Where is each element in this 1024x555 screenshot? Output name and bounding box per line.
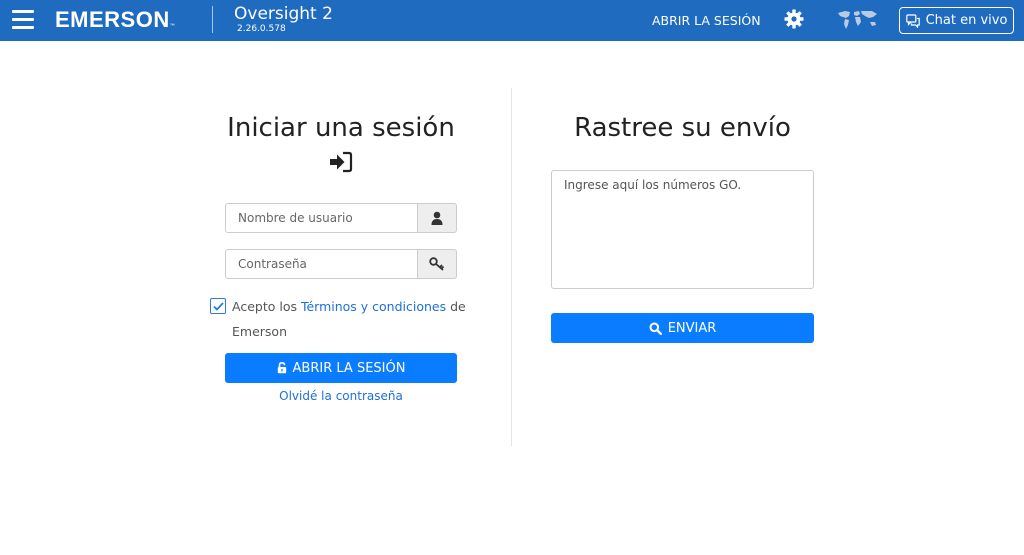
- password-input[interactable]: [225, 249, 417, 279]
- brand-trademark: ™: [169, 23, 176, 29]
- terms-link[interactable]: Términos y condiciones: [301, 299, 446, 314]
- app-version: 2.26.0.578: [237, 24, 286, 34]
- emerson-logo[interactable]: EMERSON™: [55, 7, 175, 33]
- send-button[interactable]: ENVIAR: [551, 313, 814, 343]
- checkmark-icon: [213, 302, 224, 311]
- username-input[interactable]: [225, 203, 417, 233]
- panel-separator: [511, 88, 512, 446]
- login-button-label: ABRIR LA SESIÓN: [292, 360, 406, 376]
- chat-icon: [905, 13, 920, 28]
- sign-in-icon: [329, 151, 353, 173]
- password-field-group: [225, 249, 457, 279]
- live-chat-button[interactable]: Chat en vivo: [899, 7, 1014, 34]
- terms-checkbox[interactable]: [210, 298, 226, 314]
- login-title: Iniciar una sesión: [227, 113, 455, 143]
- username-field-group: [225, 203, 457, 233]
- top-navbar: EMERSON™ Oversight 2 2.26.0.578 ABRIR LA…: [0, 0, 1024, 41]
- unlock-icon: [277, 362, 286, 374]
- forgot-password-link[interactable]: Olvidé la contraseña: [225, 389, 457, 403]
- header-login-link[interactable]: ABRIR LA SESIÓN: [652, 13, 761, 28]
- live-chat-label: Chat en vivo: [925, 13, 1008, 28]
- brand-name: EMERSON: [55, 7, 170, 32]
- login-button[interactable]: ABRIR LA SESIÓN: [225, 353, 457, 383]
- terms-text: Acepto los Términos y condiciones de Eme…: [232, 294, 472, 344]
- user-icon: [417, 203, 457, 233]
- app-name: Oversight 2: [234, 4, 333, 24]
- globe-map-icon[interactable]: [836, 9, 879, 30]
- send-button-label: ENVIAR: [667, 320, 717, 336]
- gear-icon[interactable]: [784, 9, 804, 29]
- terms-prefix: Acepto los: [232, 299, 301, 314]
- search-icon: [649, 322, 662, 335]
- header-divider: [212, 6, 213, 33]
- key-icon: [417, 249, 457, 279]
- track-title: Rastree su envío: [574, 113, 791, 143]
- menu-icon[interactable]: [12, 10, 34, 30]
- tracking-numbers-input[interactable]: [551, 170, 814, 289]
